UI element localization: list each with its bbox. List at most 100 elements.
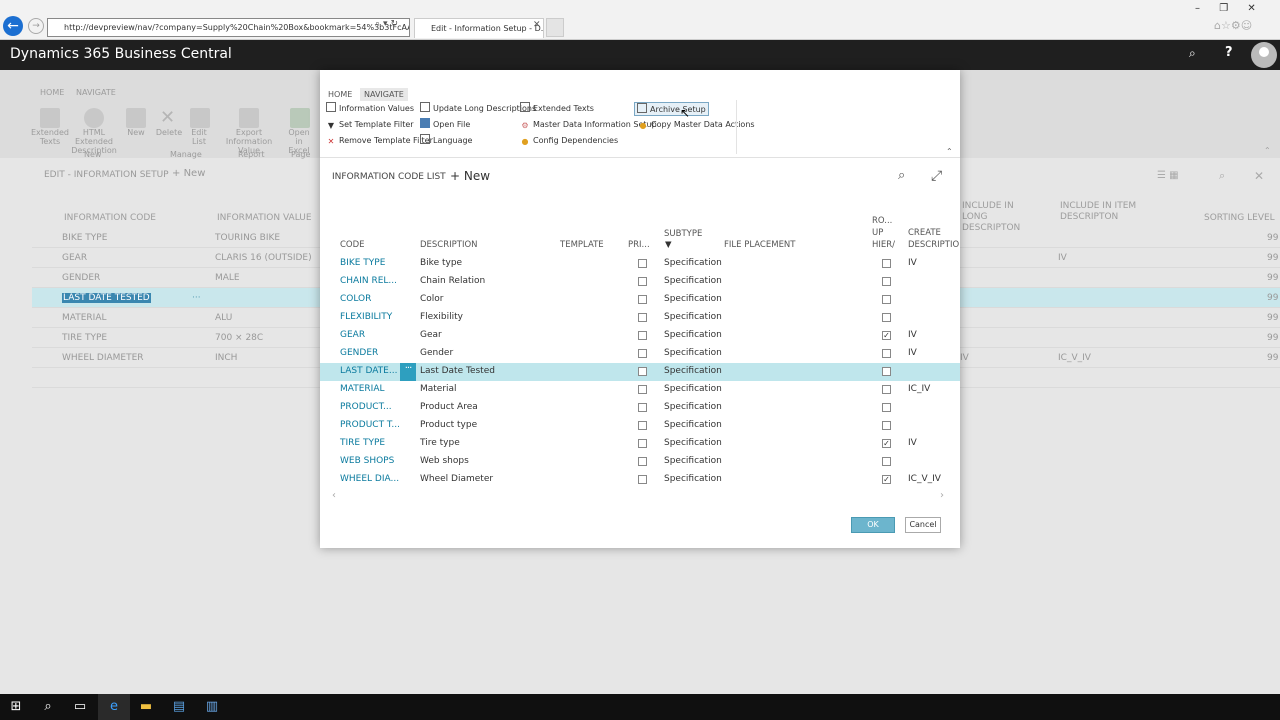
rollup-checkbox[interactable] — [882, 295, 891, 304]
col-rollup[interactable]: RO... — [872, 215, 892, 227]
cancel-button[interactable]: Cancel — [905, 517, 941, 533]
col-description[interactable]: DESCRIPTION — [420, 239, 478, 251]
bg-new-label: New — [183, 168, 206, 179]
table-row[interactable]: WHEEL DIA... Wheel Diameter Specification ✓… — [320, 471, 960, 489]
primary-checkbox[interactable] — [638, 313, 647, 322]
dynamics-app-icon[interactable]: ▤ — [163, 694, 195, 720]
primary-checkbox[interactable] — [638, 331, 647, 340]
rollup-checkbox[interactable] — [882, 457, 891, 466]
table-row[interactable]: GEAR Gear Specification ✓ IV — [320, 327, 960, 345]
remove-template-filter-action[interactable]: ✕ Remove Template Filter — [326, 134, 433, 148]
copy-master-data-actions-action[interactable]: ● Copy Master Data Actions — [638, 118, 755, 132]
col-code[interactable]: CODE — [340, 239, 365, 251]
address-controls-icon[interactable]: ⌕▾↻ — [375, 19, 401, 29]
collapse-ribbon-icon[interactable]: ⌃ — [946, 147, 953, 156]
restore-button[interactable]: ❐ — [1219, 3, 1228, 14]
primary-checkbox[interactable] — [638, 385, 647, 394]
new-label: New — [463, 169, 491, 183]
rollup-checkbox-checked[interactable]: ✓ — [882, 475, 891, 484]
search-icon[interactable]: ⌕ — [1189, 46, 1196, 61]
config-dependencies-action[interactable]: ● Config Dependencies — [520, 134, 619, 148]
primary-checkbox[interactable] — [638, 421, 647, 430]
forward-button[interactable]: → — [28, 18, 44, 34]
rollup-checkbox[interactable] — [882, 313, 891, 322]
rollup-checkbox[interactable] — [882, 421, 891, 430]
table-row-selected[interactable]: LAST DATE... ··· Last Date Tested Specifica… — [320, 363, 960, 381]
table-row[interactable]: COLOR Color Specification — [320, 291, 960, 309]
table-row[interactable]: PRODUCT... Product Area Specification — [320, 399, 960, 417]
rollup-checkbox-checked[interactable]: ✓ — [882, 439, 891, 448]
table-row[interactable]: FLEXIBILITY Flexibility Specification — [320, 309, 960, 327]
rollup-checkbox[interactable] — [882, 259, 891, 268]
col-file-placement[interactable]: FILE PLACEMENT — [724, 239, 796, 251]
information-values-action[interactable]: Information Values — [326, 102, 414, 116]
rollup-checkbox[interactable] — [882, 277, 891, 286]
search-icon[interactable]: ⌕ — [898, 168, 905, 183]
table-row[interactable]: GENDER Gender Specification IV — [320, 345, 960, 363]
tab-home[interactable]: HOME — [324, 88, 356, 101]
new-button[interactable]: + New — [450, 169, 490, 183]
rollup-checkbox[interactable] — [882, 349, 891, 358]
browser-tools-icons[interactable]: ⌂☆⚙☺ — [1214, 19, 1252, 32]
language-action[interactable]: Language — [420, 134, 472, 148]
task-view-icon[interactable]: ▭ — [64, 694, 96, 720]
address-bar[interactable]: http://devpreview/nav/?company=Supply%20… — [47, 18, 410, 37]
scroll-left-icon[interactable]: ‹ — [332, 490, 336, 501]
update-long-descriptions-action[interactable]: Update Long Descriptions — [420, 102, 536, 116]
ok-button[interactable]: OK — [851, 517, 895, 533]
open-file-action[interactable]: Open File — [420, 118, 470, 132]
table-row[interactable]: TIRE TYPE Tire type Specification ✓ IV — [320, 435, 960, 453]
row-actions-icon[interactable]: ··· — [400, 363, 416, 381]
primary-checkbox[interactable] — [638, 439, 647, 448]
browser-tab[interactable]: Edit - Information Setup - D... — [414, 18, 544, 38]
primary-checkbox[interactable] — [638, 403, 647, 412]
rollup-checkbox[interactable] — [882, 403, 891, 412]
rollup-checkbox[interactable] — [882, 385, 891, 394]
col-template[interactable]: TEMPLATE — [560, 239, 604, 251]
rollup-checkbox[interactable] — [882, 367, 891, 376]
primary-checkbox[interactable] — [638, 367, 647, 376]
windows-start-icon[interactable]: ⊞ — [0, 694, 32, 720]
open-file-icon — [420, 118, 430, 128]
rollup-checkbox-checked[interactable]: ✓ — [882, 331, 891, 340]
taskbar: ⊞ ⌕ ▭ e ▬ ▤ ▥ — [0, 694, 1280, 720]
master-data-information-setup-action[interactable]: ⚙ Master Data Information Setup — [520, 118, 656, 132]
archive-setup-action[interactable]: Archive Setup — [634, 102, 709, 116]
table-row[interactable]: MATERIAL Material Specification IC_IV — [320, 381, 960, 399]
col-create-description[interactable]: CREATE — [908, 227, 941, 239]
dynamics-app-icon-2[interactable]: ▥ — [196, 694, 228, 720]
minimize-button[interactable]: – — [1195, 3, 1200, 14]
bg-page-title: EDIT - INFORMATION SETUP — [44, 170, 169, 180]
bg-group-label: Page — [291, 150, 311, 159]
primary-checkbox[interactable] — [638, 457, 647, 466]
table-row[interactable]: PRODUCT T... Product type Specification — [320, 417, 960, 435]
internet-explorer-icon[interactable]: e — [98, 694, 130, 720]
file-explorer-icon[interactable]: ▬ — [130, 694, 162, 720]
tab-navigate[interactable]: NAVIGATE — [360, 88, 408, 101]
avatar[interactable] — [1251, 42, 1277, 68]
back-button[interactable]: ← — [3, 16, 23, 36]
set-template-filter-action[interactable]: ▼ Set Template Filter — [326, 118, 414, 132]
col-pri[interactable]: PRI... — [628, 239, 650, 251]
table-row[interactable]: CHAIN REL... Chain Relation Specification — [320, 273, 960, 291]
bg-col-header: INFORMATION CODE — [64, 213, 156, 223]
search-icon[interactable]: ⌕ — [32, 694, 64, 720]
help-icon[interactable]: ? — [1225, 45, 1233, 60]
open-file-label: Open File — [433, 120, 471, 129]
close-window-button[interactable]: ✕ — [1247, 3, 1255, 14]
extended-texts-action[interactable]: Extended Texts — [520, 102, 594, 116]
bg-col-header: INFORMATION VALUE — [217, 213, 312, 223]
primary-checkbox[interactable] — [638, 277, 647, 286]
primary-checkbox[interactable] — [638, 259, 647, 268]
new-tab-button[interactable] — [546, 18, 564, 37]
filter-icon: ▼ — [327, 121, 335, 130]
primary-checkbox[interactable] — [638, 475, 647, 484]
scroll-right-icon[interactable]: › — [940, 490, 944, 501]
close-tab-icon[interactable]: ✕ — [533, 20, 541, 30]
primary-checkbox[interactable] — [638, 349, 647, 358]
expand-icon[interactable]: ⤢ — [931, 168, 942, 184]
table-row[interactable]: BIKE TYPE Bike type Specification IV — [320, 255, 960, 273]
table-row[interactable]: WEB SHOPS Web shops Specification — [320, 453, 960, 471]
primary-checkbox[interactable] — [638, 295, 647, 304]
window-controls[interactable]: – ❐ ✕ — [1195, 3, 1256, 14]
